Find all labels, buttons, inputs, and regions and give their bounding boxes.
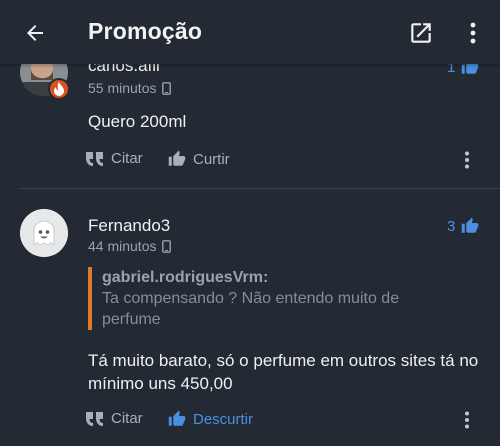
thumbs-up-icon <box>168 410 186 426</box>
comment-feed[interactable]: carlos.afil 1 55 minutos Quero 200ml Cit… <box>0 64 500 446</box>
page-title: Promoção <box>88 18 203 44</box>
thumbs-up-icon <box>462 64 479 74</box>
open-external-button[interactable] <box>404 16 438 50</box>
thumbs-up-icon <box>462 217 479 233</box>
flame-badge-icon <box>48 78 70 100</box>
like-button[interactable]: Curtir <box>168 150 230 168</box>
mobile-phone-icon <box>162 81 172 95</box>
unlike-label: Descurtir <box>193 410 254 428</box>
quote-label: Citar <box>111 150 143 167</box>
thumbs-up-icon <box>168 150 186 166</box>
mobile-phone-icon <box>162 239 172 253</box>
quoted-reply[interactable]: gabriel.rodriguesVrm: Ta compensando ? N… <box>88 267 428 330</box>
comment-menu-button[interactable] <box>457 148 477 172</box>
like-count-value: 1 <box>447 64 456 76</box>
comment-text: Tá muito barato, só o perfume em outros … <box>88 351 479 393</box>
comment-menu-button[interactable] <box>457 408 477 432</box>
like-count-value: 3 <box>447 217 456 235</box>
quote-label: Citar <box>111 410 143 427</box>
comment-text: Quero 200ml <box>88 112 187 131</box>
back-button[interactable] <box>18 16 52 50</box>
ghost-avatar-icon <box>20 209 68 257</box>
app-bar: Promoção <box>0 0 500 64</box>
comment-time: 55 minutos <box>88 80 172 96</box>
divider <box>20 188 500 189</box>
unlike-button[interactable]: Descurtir <box>168 410 253 428</box>
time-label: 44 minutos <box>88 238 157 254</box>
avatar[interactable] <box>20 209 68 257</box>
more-vertical-icon <box>465 411 469 429</box>
like-label: Curtir <box>193 150 230 168</box>
comment-author[interactable]: Fernando3 <box>88 216 170 236</box>
quoted-text: Ta compensando ? Não entendo muito de pe… <box>102 290 400 328</box>
more-vertical-icon <box>470 22 476 44</box>
time-label: 55 minutos <box>88 80 157 96</box>
like-count[interactable]: 1 <box>447 64 479 76</box>
quoted-author: gabriel.rodriguesVrm: <box>102 269 269 286</box>
arrow-left-icon <box>27 25 43 41</box>
quote-button[interactable]: Citar <box>86 410 143 427</box>
open-in-new-icon <box>411 23 431 43</box>
overflow-menu-button[interactable] <box>458 16 488 50</box>
comment-author[interactable]: carlos.afil <box>88 64 160 76</box>
more-vertical-icon <box>465 151 469 169</box>
comment-time: 44 minutos <box>88 238 172 254</box>
like-count[interactable]: 3 <box>447 217 479 235</box>
quote-icon <box>86 151 103 166</box>
quote-icon <box>86 411 103 426</box>
quote-button[interactable]: Citar <box>86 150 143 167</box>
